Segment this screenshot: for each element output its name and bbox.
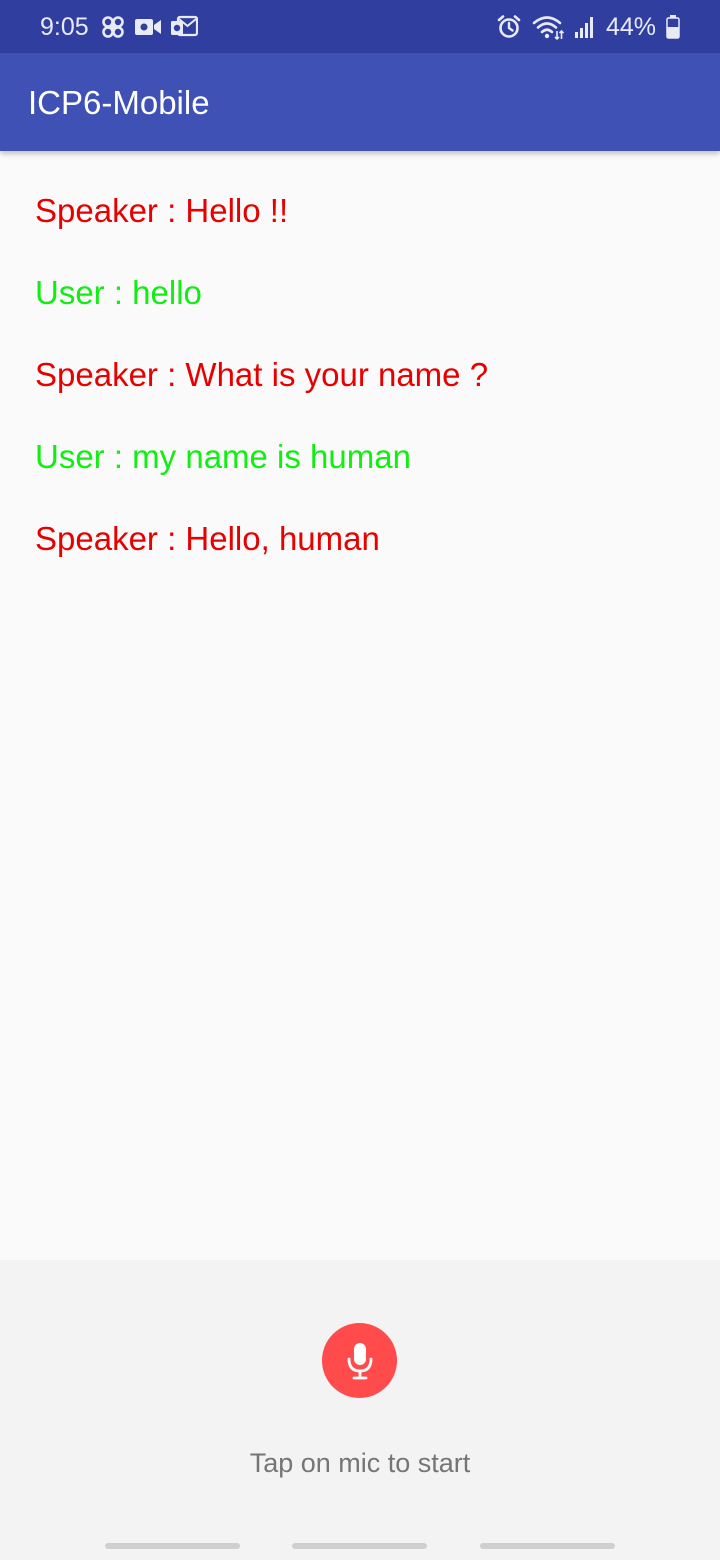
conversation-message: Speaker : What is your name ? [35, 356, 489, 393]
status-bar: 9:05 44% [0, 0, 720, 53]
mic-button[interactable] [322, 1323, 397, 1398]
system-status-icons: 44% [496, 12, 680, 42]
conversation-message: Speaker : Hello, human [35, 520, 380, 557]
microphone-icon [347, 1342, 372, 1379]
battery-percent: 44% [605, 13, 656, 41]
conversation-list: Speaker : Hello !! User : hello Speaker … [35, 189, 685, 599]
nav-handle-left[interactable] [105, 1543, 240, 1549]
app-bar: ICP6-Mobile [0, 53, 720, 151]
conversation-message: User : my name is human [35, 438, 411, 475]
voice-input-panel: Tap on mic to start [0, 1260, 720, 1560]
tap-mic-hint: Tap on mic to start [249, 1448, 471, 1478]
conversation-message: User : hello [35, 274, 202, 311]
wifi-icon [532, 16, 564, 40]
alarm-icon [497, 15, 521, 38]
cellular-signal-icon [574, 17, 593, 38]
video-camera-icon [135, 19, 161, 35]
nav-handle-center[interactable] [292, 1543, 427, 1549]
outlook-mail-icon [171, 15, 198, 37]
nav-handle-right[interactable] [480, 1543, 615, 1549]
pinwheel-icon [102, 16, 124, 38]
battery-icon [666, 15, 680, 39]
status-time: 9:05 [40, 13, 89, 41]
notification-icons [100, 14, 198, 40]
gesture-navigation-bar [0, 1543, 720, 1549]
conversation-message: Speaker : Hello !! [35, 192, 289, 229]
app-title: ICP6-Mobile [28, 84, 210, 121]
